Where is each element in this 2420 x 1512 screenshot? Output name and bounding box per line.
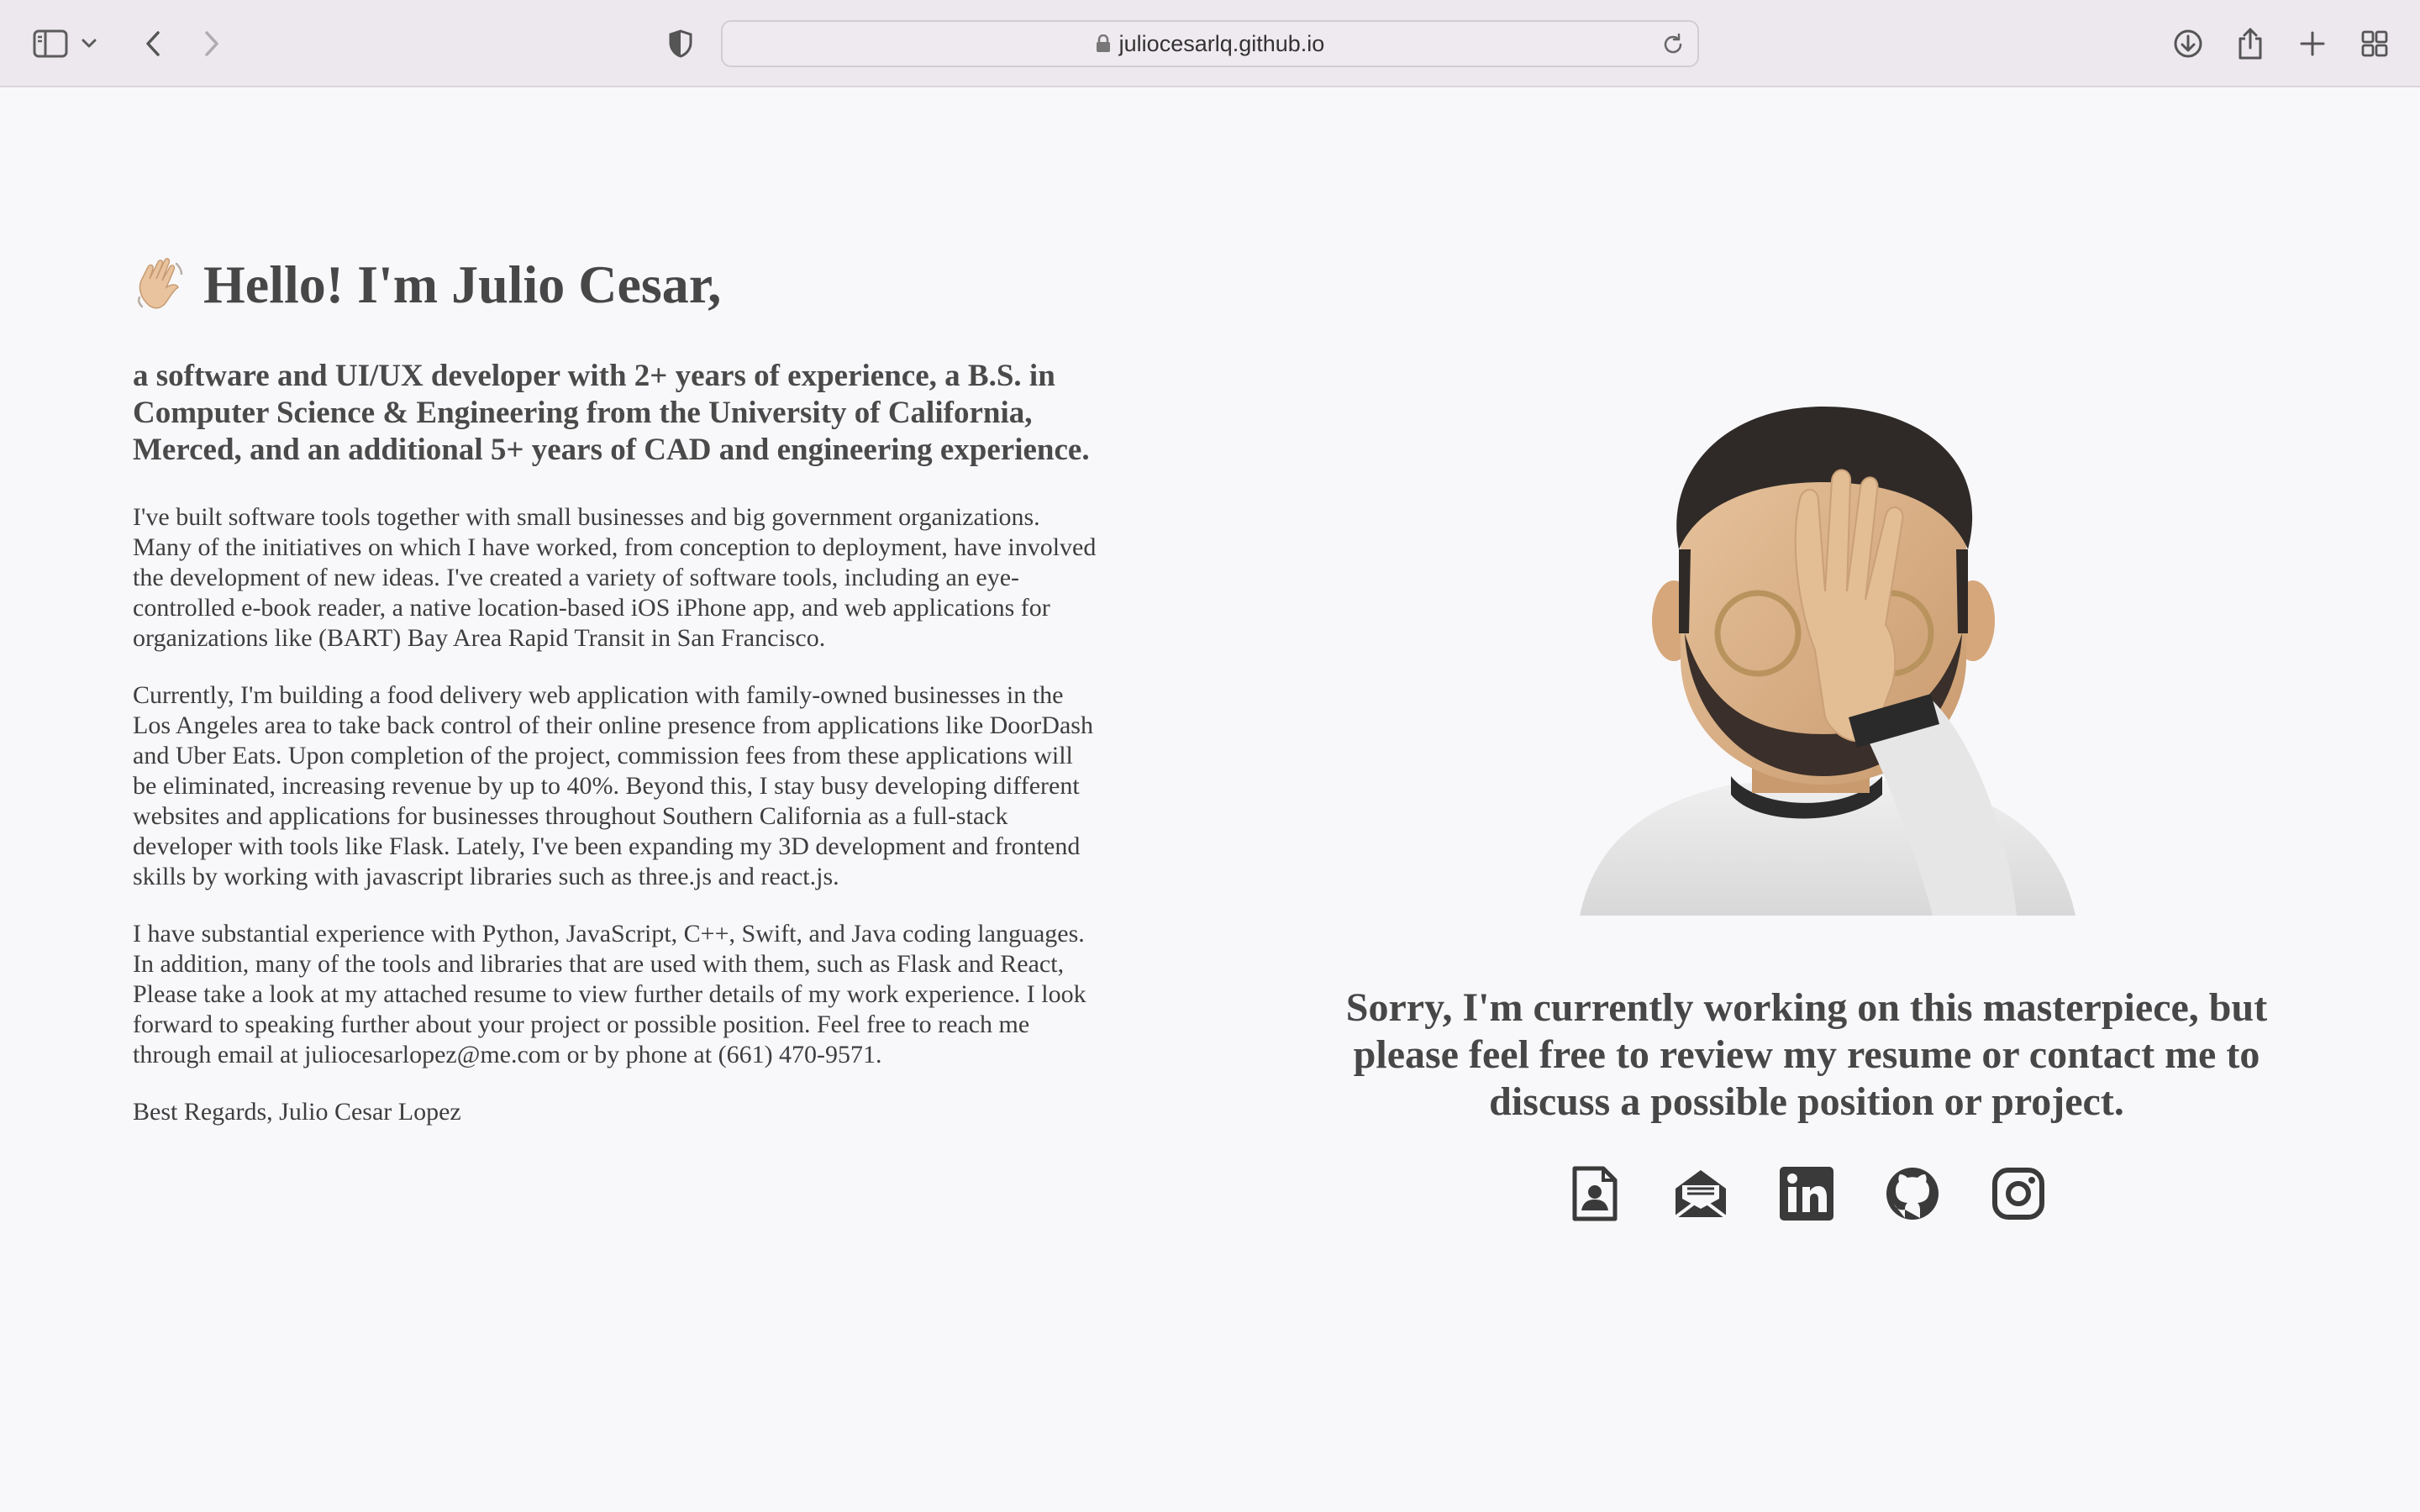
tab-overview-icon[interactable]: [2351, 20, 2398, 67]
facepalm-avatar: [1580, 381, 2075, 916]
page-title: Hello! I'm Julio Cesar,: [133, 255, 1099, 314]
resume-icon[interactable]: [1565, 1164, 1624, 1223]
page-content: Hello! I'm Julio Cesar, a software and U…: [0, 87, 2420, 1512]
intro-paragraph: I've built software tools together with …: [133, 503, 1097, 652]
reload-icon[interactable]: [1660, 32, 1686, 57]
intro-section: Hello! I'm Julio Cesar, a software and U…: [133, 255, 1099, 1127]
greeting-text: Hello! I'm Julio Cesar,: [203, 255, 722, 314]
forward-icon[interactable]: [188, 20, 235, 67]
address-bar[interactable]: juliocesarlq.github.io: [721, 20, 1699, 67]
mail-icon[interactable]: [1671, 1164, 1730, 1223]
new-tab-icon[interactable]: [2289, 20, 2336, 67]
waving-hand-icon: [133, 255, 192, 314]
privacy-shield-icon[interactable]: [657, 20, 704, 67]
social-links: [1311, 1164, 2302, 1223]
intro-paragraph: Currently, I'm building a food delivery …: [133, 681, 1093, 890]
url-text: juliocesarlq.github.io: [1118, 30, 1325, 56]
github-icon[interactable]: [1883, 1164, 1942, 1223]
lock-icon: [1096, 34, 1111, 53]
browser-toolbar: juliocesarlq.github.io: [0, 0, 2420, 87]
sidebar-icon[interactable]: [27, 20, 74, 67]
chevron-down-icon[interactable]: [72, 20, 106, 67]
share-icon[interactable]: [2227, 20, 2274, 67]
status-message: Sorry, I'm currently working on this mas…: [1345, 985, 2268, 1124]
signature: Best Regards, Julio Cesar Lopez: [133, 1098, 461, 1126]
intro-paragraph: I have substantial experience with Pytho…: [133, 920, 1086, 1068]
instagram-icon[interactable]: [1989, 1164, 2048, 1223]
linkedin-icon[interactable]: [1777, 1164, 1836, 1223]
lead-text: a software and UI/UX developer with 2+ y…: [133, 359, 1090, 467]
back-icon[interactable]: [129, 20, 176, 67]
download-icon[interactable]: [2165, 20, 2212, 67]
